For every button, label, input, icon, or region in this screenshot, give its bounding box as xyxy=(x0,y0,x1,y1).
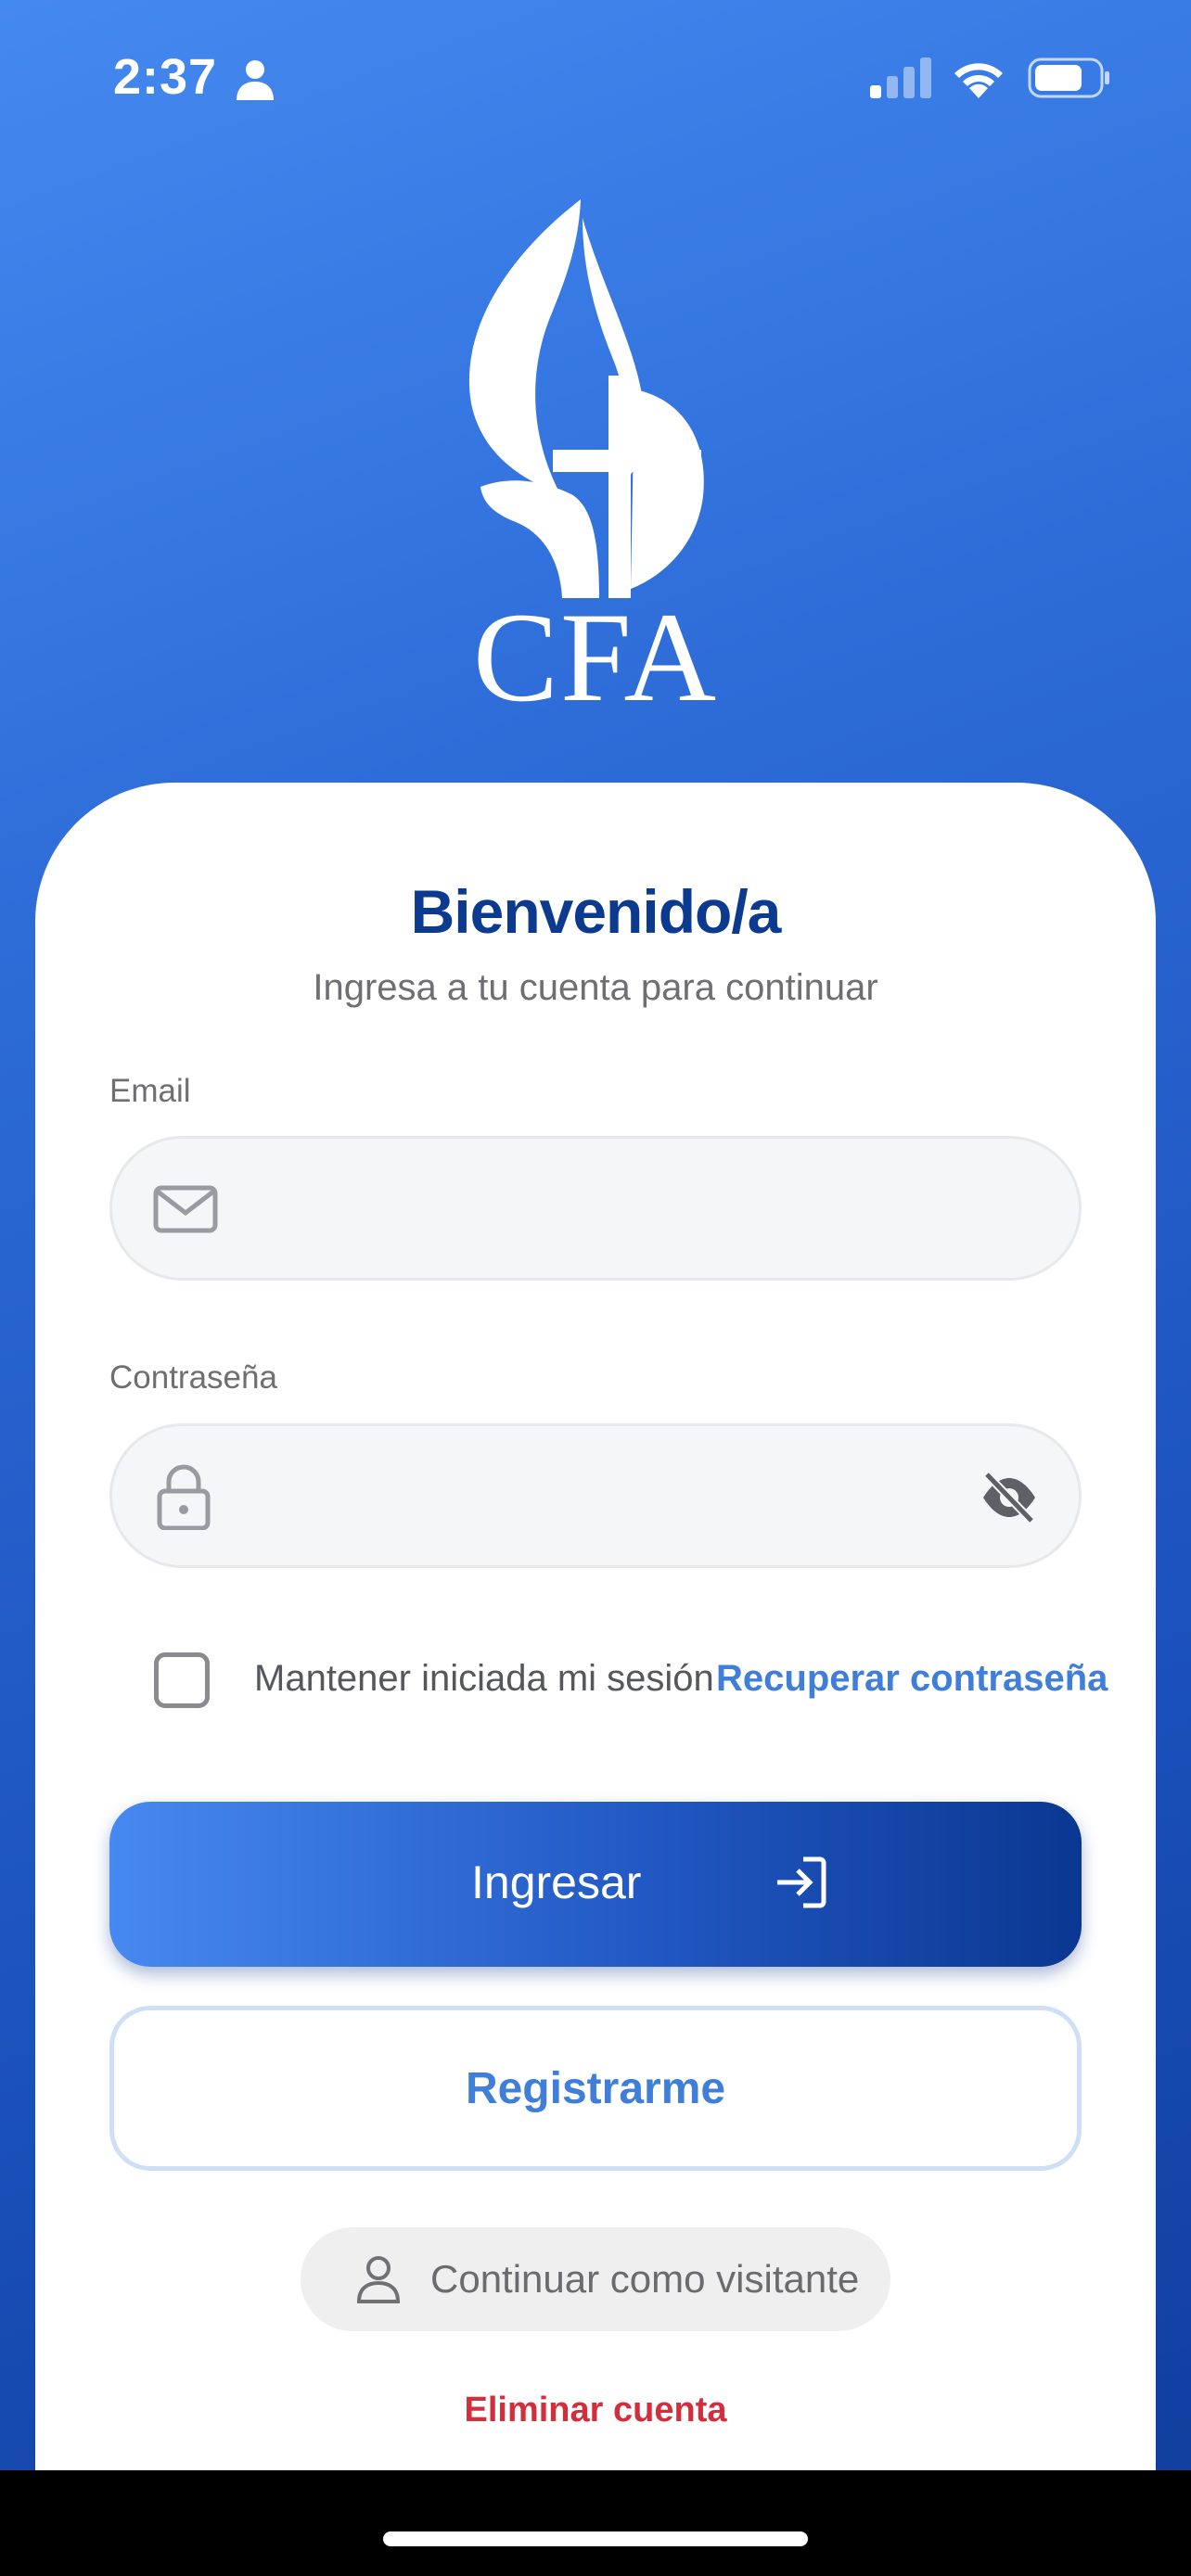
login-button[interactable]: Ingresar xyxy=(109,1802,1082,1967)
email-input[interactable] xyxy=(251,1139,975,1278)
mail-icon xyxy=(153,1185,218,1233)
cfa-logo-icon xyxy=(468,199,704,598)
signal-icon xyxy=(870,57,931,98)
login-card xyxy=(35,783,1156,2470)
guest-button-label: Continuar como visitante xyxy=(430,2257,860,2301)
person-icon xyxy=(237,60,274,100)
login-screen: 2:37 CFA Bienvenido/a Ingresa a tu cuent… xyxy=(0,0,1191,2470)
battery-icon xyxy=(1028,57,1109,98)
password-input[interactable] xyxy=(251,1426,975,1565)
home-indicator[interactable] xyxy=(383,2531,808,2546)
user-icon xyxy=(356,2256,401,2303)
email-label: Email xyxy=(109,1073,191,1109)
password-field-container[interactable] xyxy=(109,1423,1082,1568)
page-subtitle: Ingresa a tu cuenta para continuar xyxy=(313,967,878,1008)
login-button-label: Ingresar xyxy=(471,1856,642,1908)
eye-off-icon[interactable] xyxy=(980,1471,1039,1524)
lock-icon xyxy=(157,1464,211,1530)
remember-label[interactable]: Mantener iniciada mi sesión xyxy=(254,1658,714,1700)
register-button[interactable]: Registrarme xyxy=(109,2006,1082,2171)
page-title: Bienvenido/a xyxy=(410,877,782,946)
wifi-icon xyxy=(954,63,1003,98)
guest-button[interactable]: Continuar como visitante xyxy=(301,2227,890,2331)
login-arrow-icon xyxy=(777,1856,826,1908)
status-bar: 2:37 xyxy=(0,0,1191,158)
remember-row: Mantener iniciada mi sesión Recuperar co… xyxy=(0,1641,1191,1715)
status-time: 2:37 xyxy=(113,49,218,105)
logo-text: CFA xyxy=(472,586,719,728)
password-label: Contraseña xyxy=(109,1359,277,1396)
remember-checkbox[interactable] xyxy=(154,1652,210,1708)
delete-account-link[interactable]: Eliminar cuenta xyxy=(0,2391,1191,2430)
recover-password-link[interactable]: Recuperar contraseña xyxy=(716,1658,1108,1700)
email-field-container[interactable] xyxy=(109,1136,1082,1281)
